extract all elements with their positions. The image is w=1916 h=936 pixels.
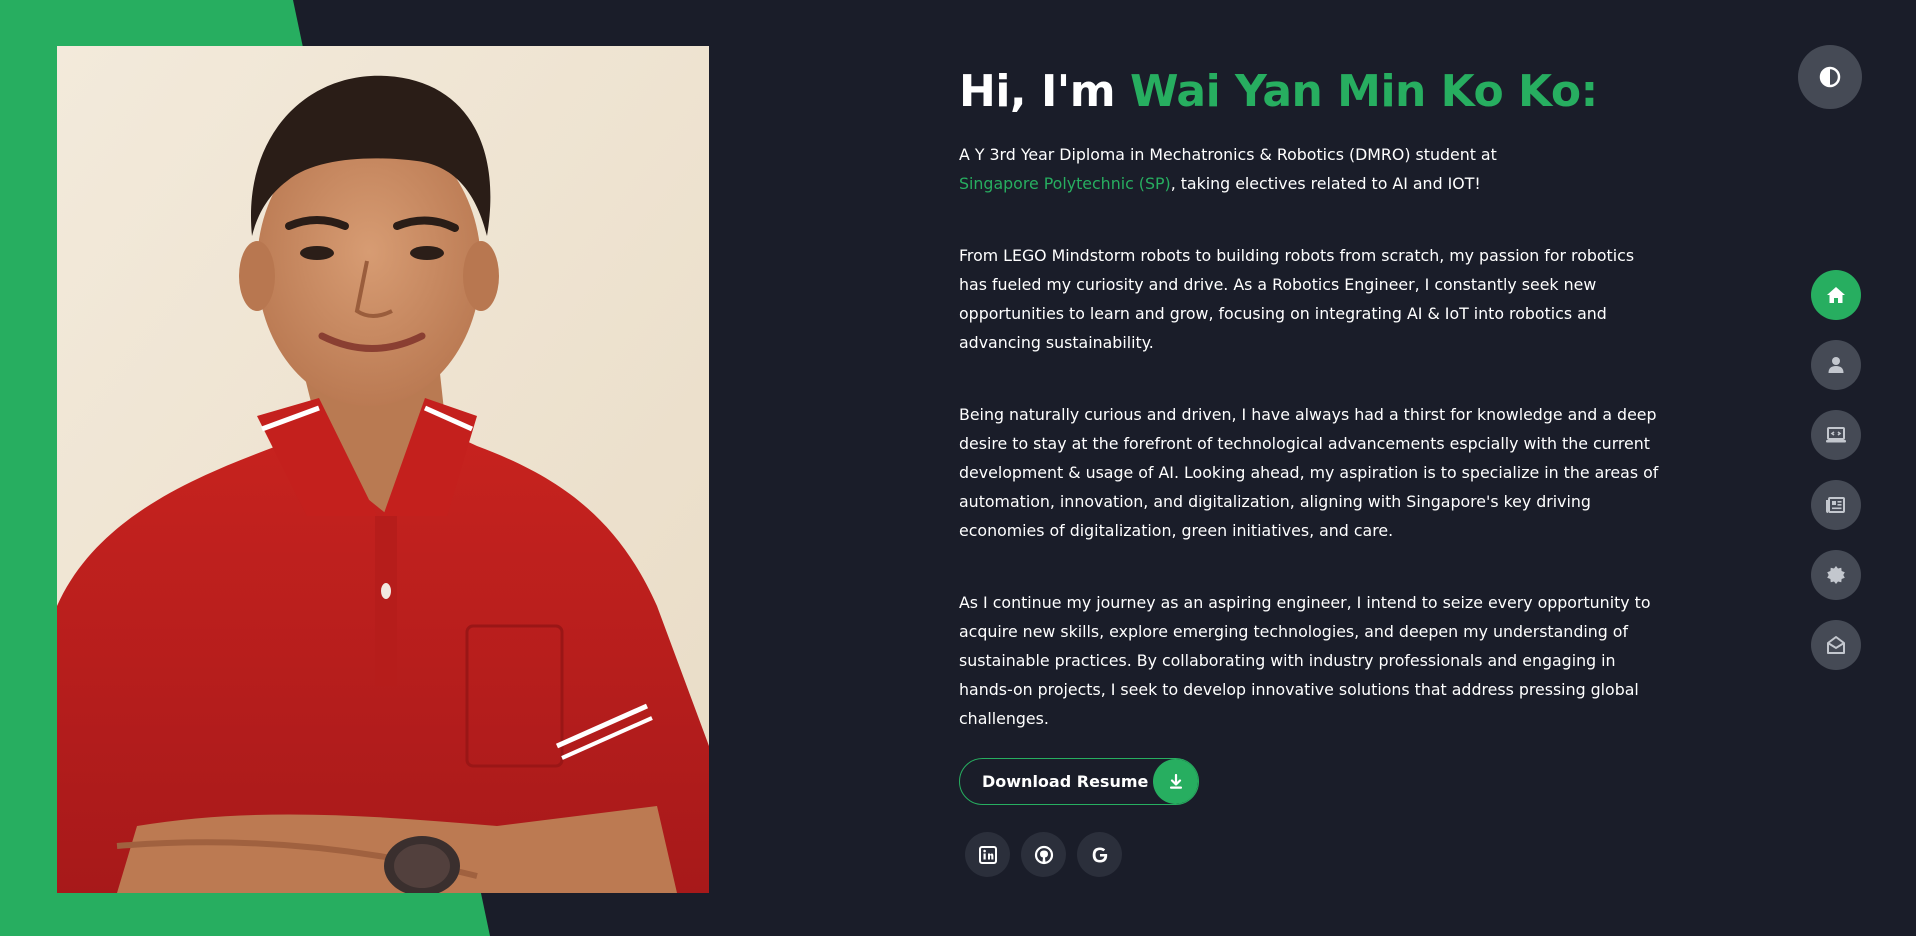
github-link[interactable] <box>1021 832 1066 877</box>
about-section: Hi, I'm Wai Yan Min Ko Ko: A Y 3rd Year … <box>959 64 1659 733</box>
home-icon <box>1827 287 1845 303</box>
school-link[interactable]: Singapore Polytechnic (SP) <box>959 174 1171 193</box>
linkedin-link[interactable] <box>965 832 1010 877</box>
side-nav <box>1811 270 1861 690</box>
intro-paragraph: A Y 3rd Year Diploma in Mechatronics & R… <box>959 140 1659 198</box>
google-link[interactable] <box>1077 832 1122 877</box>
download-resume-label: Download Resume <box>982 772 1149 791</box>
hero-title: Hi, I'm Wai Yan Min Ko Ko: <box>959 64 1659 120</box>
newspaper-icon <box>1826 497 1845 513</box>
download-resume-button[interactable]: Download Resume <box>959 758 1199 805</box>
social-links <box>965 832 1122 877</box>
paragraph-aspiration: Being naturally curious and driven, I ha… <box>959 405 1659 540</box>
paragraph-journey: As I continue my journey as an aspiring … <box>959 593 1651 728</box>
envelope-open-icon <box>1827 636 1845 654</box>
download-icon <box>1153 759 1198 804</box>
laptop-code-icon <box>1826 427 1846 443</box>
greeting: Hi, I'm <box>959 66 1130 117</box>
hero-name: Wai Yan Min Ko Ko: <box>1129 66 1598 117</box>
nav-home[interactable] <box>1811 270 1861 320</box>
google-icon <box>1092 847 1107 862</box>
nav-certificates[interactable] <box>1811 550 1861 600</box>
user-icon <box>1828 357 1844 373</box>
nav-contact[interactable] <box>1811 620 1861 670</box>
nav-about[interactable] <box>1811 340 1861 390</box>
profile-photo <box>57 46 709 893</box>
nav-projects[interactable] <box>1811 410 1861 460</box>
github-icon <box>1034 845 1053 864</box>
linkedin-icon <box>978 845 997 864</box>
theme-toggle-button[interactable] <box>1798 45 1862 109</box>
contrast-icon <box>1819 66 1841 88</box>
intro-prefix: A Y 3rd Year Diploma in Mechatronics & R… <box>959 145 1497 164</box>
nav-blog[interactable] <box>1811 480 1861 530</box>
paragraph-robotics: From LEGO Mindstorm robots to building r… <box>959 246 1635 352</box>
intro-suffix: , taking electives related to AI and IOT… <box>1170 174 1481 193</box>
certificate-icon <box>1827 566 1845 584</box>
